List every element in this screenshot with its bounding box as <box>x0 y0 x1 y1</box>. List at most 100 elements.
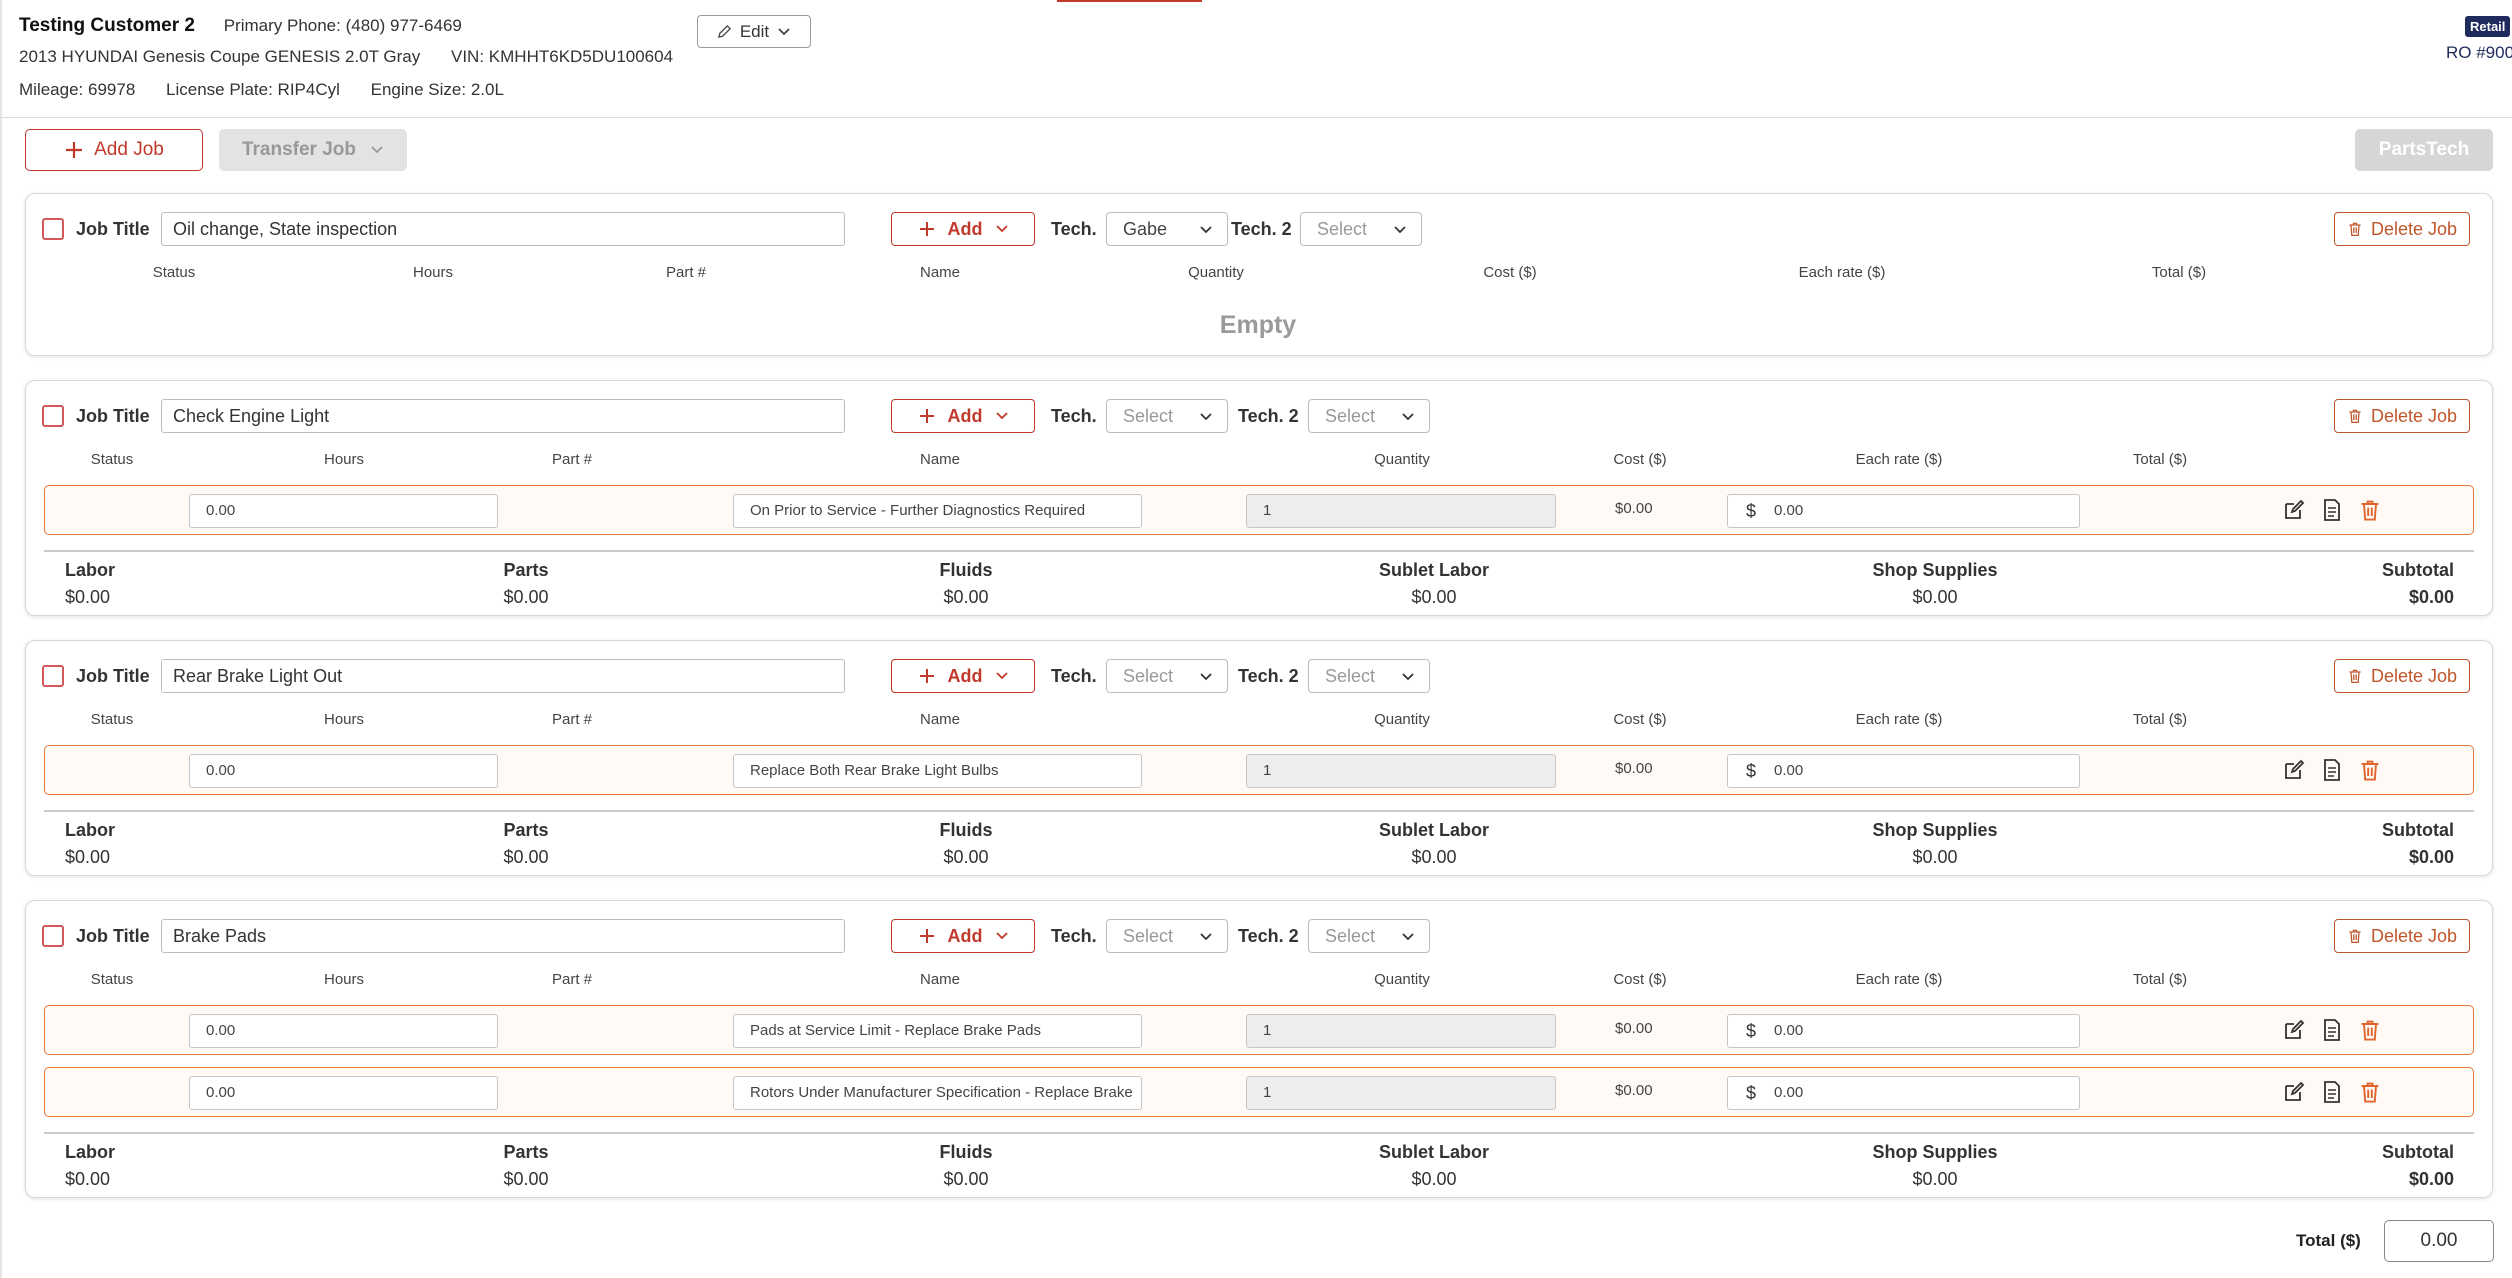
job-select-checkbox[interactable] <box>42 218 64 240</box>
trash-icon[interactable] <box>2358 498 2382 522</box>
summary-shop-label: Shop Supplies <box>1872 820 1998 840</box>
plus-icon <box>919 669 934 683</box>
column-header-each-rate: Each rate ($) <box>1855 451 1943 468</box>
customer-name[interactable]: Testing Customer 2 <box>19 15 195 36</box>
tech2-select[interactable]: Select <box>1308 399 1430 433</box>
summary-fluids-value: $0.00 <box>943 847 989 867</box>
tech-select[interactable]: Select <box>1106 659 1228 693</box>
quantity-input[interactable]: 1 <box>1246 1076 1556 1110</box>
edit-icon[interactable] <box>2282 1080 2306 1104</box>
name-input[interactable]: Rotors Under Manufacturer Specification … <box>733 1076 1142 1110</box>
add-job-button[interactable]: Add Job <box>25 129 203 171</box>
edit-icon[interactable] <box>2282 758 2306 782</box>
job-title-row: Job Title Brake Pads Add Tech. Select Tech. 2… <box>26 901 2492 961</box>
job-card: Job Title Brake Pads Add Tech. Select Tech. 2… <box>25 900 2493 1198</box>
tech-label: Tech. <box>1051 406 1097 426</box>
edit-button[interactable]: Edit <box>697 15 811 48</box>
tech-select[interactable]: Gabe <box>1106 212 1228 246</box>
hours-input[interactable]: 0.00 <box>189 1076 498 1110</box>
tech2-value: Select <box>1317 219 1368 239</box>
trash-icon[interactable] <box>2358 1080 2382 1104</box>
job-title-input[interactable]: Rear Brake Light Out <box>161 659 845 693</box>
each-rate-value: 0.00 <box>1774 502 1804 519</box>
partstech-button[interactable]: PartsTech <box>2355 129 2493 171</box>
summary-sublet-label: Sublet Labor <box>1378 1142 1490 1162</box>
tech-value: Select <box>1123 406 1174 426</box>
name-input[interactable]: Pads at Service Limit - Replace Brake Pa… <box>733 1014 1142 1048</box>
quantity-input[interactable]: 1 <box>1246 754 1556 788</box>
summary-subtotal-label: Subtotal <box>2382 1142 2454 1162</box>
tech2-select[interactable]: Select <box>1308 659 1430 693</box>
job-title-input[interactable]: Oil change, State inspection <box>161 212 845 246</box>
line-item-row: 0.00 On Prior to Service - Further Diagno… <box>44 485 2474 535</box>
hours-input[interactable]: 0.00 <box>189 754 498 788</box>
trash-icon <box>2349 409 2361 424</box>
tech-label: Tech. <box>1051 219 1097 239</box>
delete-job-button[interactable]: Delete Job <box>2334 919 2470 953</box>
each-rate-input[interactable]: $0.00 <box>1727 1076 2080 1110</box>
each-rate-input[interactable]: $0.00 <box>1727 754 2080 788</box>
job-title-input[interactable]: Brake Pads <box>161 919 845 953</box>
tech2-select[interactable]: Select <box>1300 212 1422 246</box>
job-select-checkbox[interactable] <box>42 405 64 427</box>
each-rate-input[interactable]: $0.00 <box>1727 1014 2080 1048</box>
delete-job-button[interactable]: Delete Job <box>2334 212 2470 246</box>
column-header-cost: Cost ($) <box>1613 451 1667 468</box>
column-header-quantity: Quantity <box>1374 711 1430 728</box>
hours-input[interactable]: 0.00 <box>189 1014 498 1048</box>
hours-input[interactable]: 0.00 <box>189 494 498 528</box>
document-icon[interactable] <box>2320 1080 2344 1104</box>
tech-select[interactable]: Select <box>1106 919 1228 953</box>
job-select-checkbox[interactable] <box>42 665 64 687</box>
line-item-row: 0.00 Pads at Service Limit - Replace Brak… <box>44 1005 2474 1055</box>
add-label: Add <box>947 218 983 239</box>
each-rate-input[interactable]: $0.00 <box>1727 494 2080 528</box>
tech-select[interactable]: Select <box>1106 399 1228 433</box>
column-header-hours: Hours <box>323 971 365 988</box>
add-item-dropdown[interactable]: Add <box>891 212 1035 246</box>
add-label: Add <box>947 665 983 686</box>
chevron-down-icon <box>995 932 1008 940</box>
delete-job-button[interactable]: Delete Job <box>2334 659 2470 693</box>
summary-sublet-label: Sublet Labor <box>1378 820 1490 840</box>
empty-state: Empty <box>1219 311 1297 339</box>
phone-value: (480) 977-6469 <box>345 16 462 35</box>
column-header-quantity: Quantity <box>1374 451 1430 468</box>
transfer-job-button[interactable]: Transfer Job <box>219 129 407 171</box>
grand-total-label: Total ($) <box>2296 1231 2361 1250</box>
name-input[interactable]: On Prior to Service - Further Diagnostic… <box>733 494 1142 528</box>
document-icon[interactable] <box>2320 758 2344 782</box>
edit-icon[interactable] <box>2282 498 2306 522</box>
transfer-job-label: Transfer Job <box>241 139 357 160</box>
column-header-total: Total ($) <box>2132 971 2188 988</box>
tech2-value: Select <box>1325 406 1376 426</box>
add-item-dropdown[interactable]: Add <box>891 399 1035 433</box>
summary-subtotal-value: $0.00 <box>2408 1169 2454 1189</box>
edit-icon[interactable] <box>2282 1018 2306 1042</box>
document-icon[interactable] <box>2320 1018 2344 1042</box>
trash-icon <box>2361 760 2379 781</box>
quantity-input[interactable]: 1 <box>1246 494 1556 528</box>
column-header-each-rate: Each rate ($) <box>1855 711 1943 728</box>
tech2-label: Tech. 2 <box>1238 926 1299 946</box>
vin-label: VIN: <box>451 47 485 66</box>
line-total: $0.00 <box>1615 760 1653 777</box>
name-input[interactable]: Replace Both Rear Brake Light Bulbs <box>733 754 1142 788</box>
job-title-input[interactable]: Check Engine Light <box>161 399 845 433</box>
summary-subtotal-value: $0.00 <box>2408 587 2454 607</box>
mileage-value: 69978 <box>88 80 136 99</box>
add-item-dropdown[interactable]: Add <box>891 659 1035 693</box>
job-card: Job Title Check Engine Light Add Tech. Selec… <box>25 380 2493 616</box>
add-item-dropdown[interactable]: Add <box>891 919 1035 953</box>
trash-icon[interactable] <box>2358 758 2382 782</box>
column-header-status: Status <box>90 711 134 728</box>
tech-value: Gabe <box>1123 219 1168 239</box>
delete-job-button[interactable]: Delete Job <box>2334 399 2470 433</box>
trash-icon[interactable] <box>2358 1018 2382 1042</box>
quantity-input[interactable]: 1 <box>1246 1014 1556 1048</box>
tech2-select[interactable]: Select <box>1308 919 1430 953</box>
vehicle-info-row: 2013 HYUNDAI Genesis Coupe GENESIS 2.0T … <box>19 47 673 67</box>
each-rate-value: 0.00 <box>1774 762 1804 779</box>
job-select-checkbox[interactable] <box>42 925 64 947</box>
document-icon[interactable] <box>2320 498 2344 522</box>
